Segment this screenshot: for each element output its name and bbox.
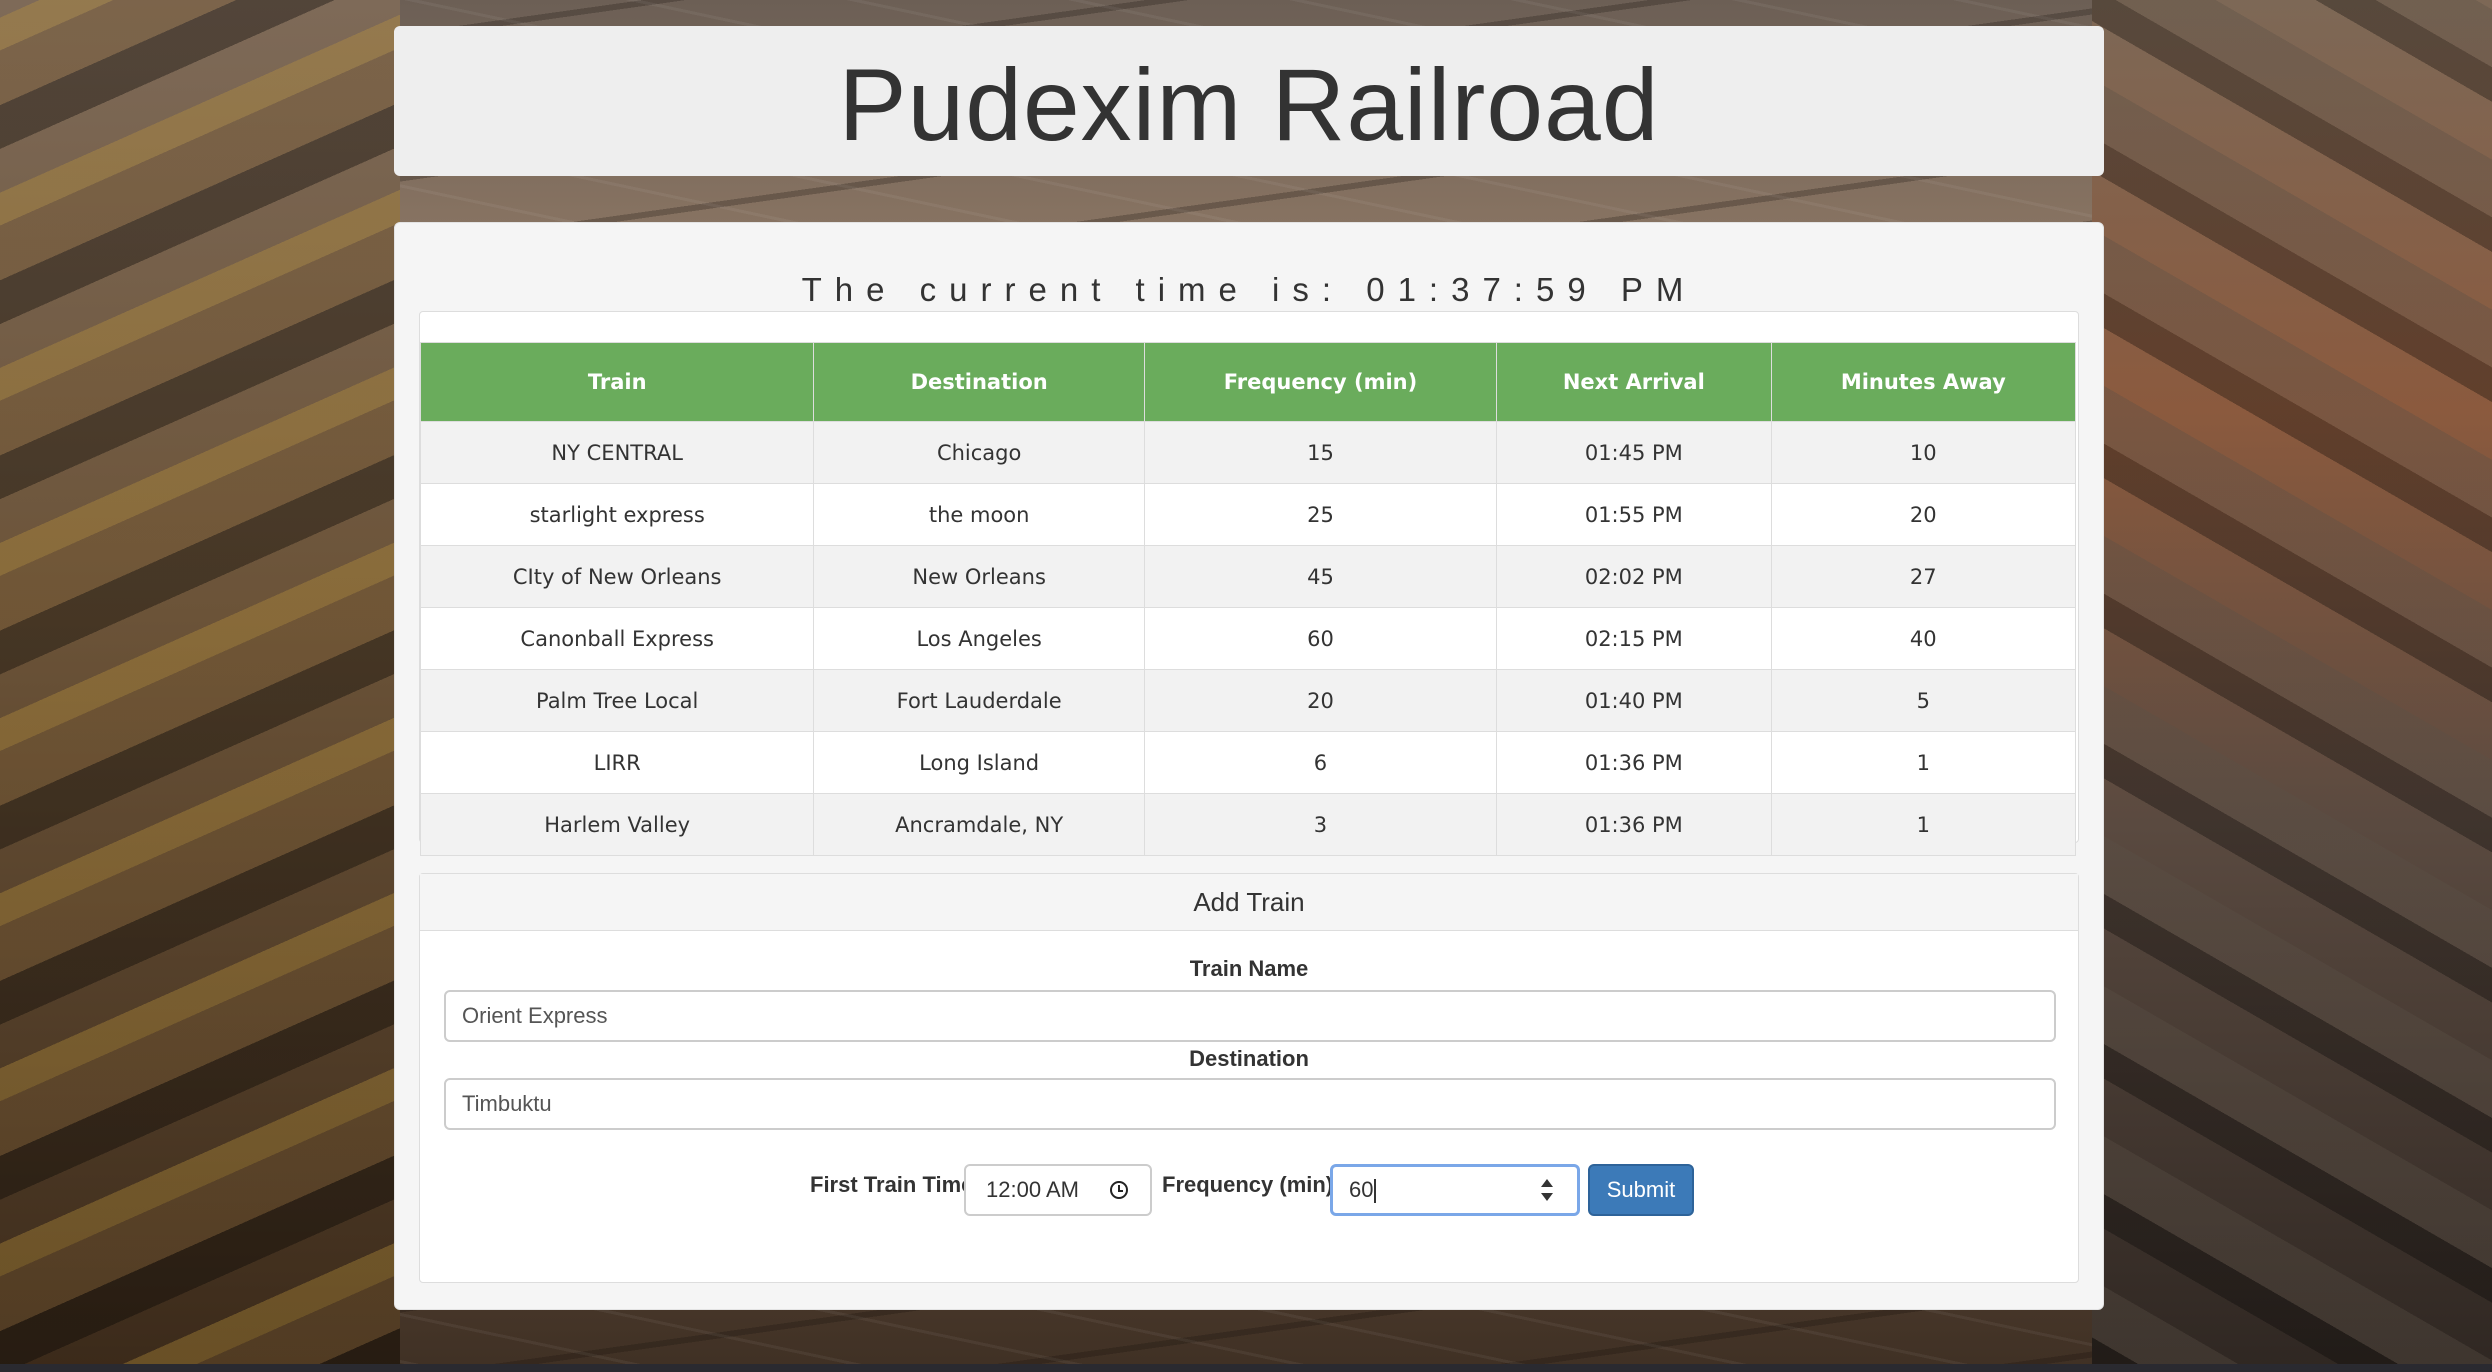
- destination-input[interactable]: Timbuktu: [444, 1078, 2056, 1130]
- table-header-row: Train Destination Frequency (min) Next A…: [419, 342, 2077, 422]
- column-header-destination: Destination: [813, 342, 1145, 422]
- cell-train: NY CENTRAL: [419, 421, 815, 484]
- frequency-input[interactable]: 60: [1330, 1164, 1580, 1216]
- table-row: CIty of New Orleans New Orleans 45 02:02…: [419, 545, 2077, 608]
- clock-icon[interactable]: [1110, 1181, 1128, 1199]
- frequency-value: 60: [1349, 1177, 1374, 1202]
- destination-value: Timbuktu: [462, 1091, 552, 1116]
- train-name-input[interactable]: Orient Express: [444, 990, 2056, 1042]
- cell-minutes-away: 27: [1770, 545, 2077, 608]
- cell-minutes-away: 40: [1770, 607, 2077, 670]
- cell-next-arrival: 01:36 PM: [1496, 793, 1772, 856]
- table-row: Harlem Valley Ancramdale, NY 3 01:36 PM …: [419, 793, 2077, 856]
- cell-next-arrival: 01:40 PM: [1496, 669, 1772, 732]
- cell-next-arrival: 01:36 PM: [1496, 731, 1772, 794]
- cell-train: Palm Tree Local: [419, 669, 815, 732]
- cell-frequency: 60: [1143, 607, 1498, 670]
- cell-minutes-away: 20: [1770, 483, 2077, 546]
- first-train-time-input[interactable]: 12:00 AM: [964, 1164, 1152, 1216]
- column-header-minutes-away: Minutes Away: [1770, 342, 2077, 422]
- cell-destination: the moon: [813, 483, 1145, 546]
- cell-frequency: 25: [1143, 483, 1498, 546]
- table-row: Canonball Express Los Angeles 60 02:15 P…: [419, 607, 2077, 670]
- submit-button[interactable]: Submit: [1588, 1164, 1694, 1216]
- cell-frequency: 6: [1143, 731, 1498, 794]
- schedule-table-panel: Train Destination Frequency (min) Next A…: [419, 311, 2079, 856]
- cell-train: CIty of New Orleans: [419, 545, 815, 608]
- header-jumbotron: Pudexim Railroad: [394, 26, 2104, 176]
- destination-label: Destination: [1189, 1046, 1309, 1071]
- text-caret: [1374, 1179, 1377, 1204]
- column-header-frequency: Frequency (min): [1143, 342, 1498, 422]
- cell-next-arrival: 01:55 PM: [1496, 483, 1772, 546]
- cell-train: LIRR: [419, 731, 815, 794]
- cell-destination: Long Island: [813, 731, 1145, 794]
- table-row: Palm Tree Local Fort Lauderdale 20 01:40…: [419, 669, 2077, 732]
- first-train-time-value: 12:00 AM: [986, 1177, 1079, 1202]
- cell-minutes-away: 1: [1770, 731, 2077, 794]
- cell-frequency: 20: [1143, 669, 1498, 732]
- spinner-icon[interactable]: [1541, 1177, 1553, 1203]
- cell-destination: Los Angeles: [813, 607, 1145, 670]
- cell-destination: New Orleans: [813, 545, 1145, 608]
- add-train-heading: Add Train: [420, 874, 2078, 931]
- current-time-text: The current time is: 01:37:59 PM: [801, 271, 1697, 308]
- train-name-value: Orient Express: [462, 1003, 608, 1028]
- cell-next-arrival: 02:15 PM: [1496, 607, 1772, 670]
- page-title: Pudexim Railroad: [838, 48, 1660, 162]
- table-row: NY CENTRAL Chicago 15 01:45 PM 10: [419, 421, 2077, 484]
- table-row: LIRR Long Island 6 01:36 PM 1: [419, 731, 2077, 794]
- bottom-edge: [0, 1364, 2492, 1372]
- frequency-label: Frequency (min): [1162, 1172, 1334, 1197]
- cell-next-arrival: 01:45 PM: [1496, 421, 1772, 484]
- cell-minutes-away: 1: [1770, 793, 2077, 856]
- table-row: starlight express the moon 25 01:55 PM 2…: [419, 483, 2077, 546]
- cell-minutes-away: 10: [1770, 421, 2077, 484]
- cell-train: Harlem Valley: [419, 793, 815, 856]
- column-header-next-arrival: Next Arrival: [1496, 342, 1772, 422]
- cell-frequency: 3: [1143, 793, 1498, 856]
- schedule-table: Train Destination Frequency (min) Next A…: [419, 342, 2077, 856]
- first-train-time-label: First Train Time: [810, 1172, 974, 1197]
- train-name-label: Train Name: [1189, 956, 1309, 981]
- column-header-train: Train: [419, 342, 815, 422]
- cell-minutes-away: 5: [1770, 669, 2077, 732]
- add-train-panel: Add Train Train Name Orient Express Dest…: [419, 873, 2079, 1283]
- cell-destination: Fort Lauderdale: [813, 669, 1145, 732]
- cell-destination: Ancramdale, NY: [813, 793, 1145, 856]
- time-frequency-row: First Train Time 12:00 AM Frequency (min…: [420, 1164, 2078, 1218]
- cell-train: Canonball Express: [419, 607, 815, 670]
- cell-next-arrival: 02:02 PM: [1496, 545, 1772, 608]
- cell-frequency: 15: [1143, 421, 1498, 484]
- background-trains-left: [0, 0, 400, 1372]
- cell-destination: Chicago: [813, 421, 1145, 484]
- cell-train: starlight express: [419, 483, 815, 546]
- background-trains-right: [2092, 0, 2492, 1372]
- main-panel: The current time is: 01:37:59 PM Train D…: [394, 222, 2104, 1310]
- cell-frequency: 45: [1143, 545, 1498, 608]
